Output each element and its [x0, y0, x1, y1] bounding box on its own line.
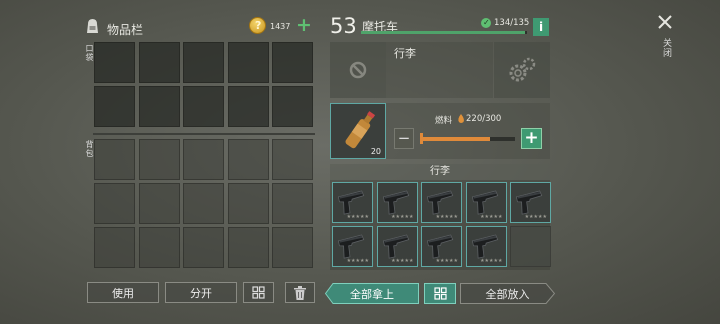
luggage-slot-pistol[interactable]: ★★★★★	[510, 182, 551, 223]
split-button[interactable]: 分开	[165, 282, 237, 303]
rating-stars: ★★★★★	[346, 258, 369, 264]
luggage-slot-empty[interactable]	[510, 226, 551, 267]
info-button[interactable]: i	[533, 18, 549, 36]
storage-info: 行李	[386, 42, 493, 98]
add-currency-button[interactable]: +	[296, 16, 312, 35]
sort-button[interactable]	[243, 282, 274, 303]
fuel-slider-handle[interactable]	[420, 133, 423, 144]
take-all-label: 全部拿上	[350, 287, 394, 301]
settings-slot[interactable]	[494, 42, 550, 98]
backpack-slot[interactable]	[94, 183, 135, 224]
grid-icon	[433, 287, 447, 300]
backpack-slot[interactable]	[138, 183, 180, 224]
currency-amount: 1437	[270, 22, 291, 31]
luggage-header: 行李	[330, 164, 550, 180]
coin-icon: ?	[249, 17, 266, 34]
luggage-slot-pistol[interactable]: ★★★★★	[332, 182, 373, 223]
trash-icon	[294, 285, 306, 300]
close-button[interactable]	[655, 12, 675, 32]
luggage-header-label: 行李	[430, 166, 450, 177]
put-all-button[interactable]: 全部放入	[460, 283, 555, 304]
luggage-slot-pistol[interactable]: ★★★★★	[376, 182, 418, 223]
backpack-slot[interactable]	[183, 183, 224, 224]
put-all-label: 全部放入	[485, 287, 530, 301]
pocket-slot[interactable]	[94, 42, 135, 83]
luggage-slot-pistol[interactable]: ★★★★★	[465, 182, 507, 223]
rating-stars: ★★★★★	[435, 214, 458, 220]
luggage-slot-pistol[interactable]: ★★★★★	[465, 226, 507, 267]
backpack-slot[interactable]	[94, 139, 135, 180]
grid-icon	[252, 286, 265, 299]
backpack-slot[interactable]	[138, 227, 180, 268]
pocket-slot[interactable]	[138, 42, 180, 83]
info-icon: i	[538, 20, 544, 34]
pocket-slot[interactable]	[183, 86, 224, 127]
backpack-slot[interactable]	[94, 227, 135, 268]
backpack-slot[interactable]	[272, 227, 313, 268]
pocket-slot[interactable]	[227, 42, 269, 83]
rating-stars: ★★★★★	[480, 214, 503, 220]
luggage-slot-pistol[interactable]: ★★★★★	[421, 226, 462, 267]
pocket-slot[interactable]	[94, 86, 135, 127]
rating-stars: ★★★★★	[391, 258, 414, 264]
backpack-icon	[87, 19, 98, 33]
fuel-item-count: 20	[370, 147, 381, 156]
pocket-slot[interactable]	[138, 86, 180, 127]
fuel-item-slot[interactable]: 20	[330, 103, 386, 159]
close-icon	[658, 15, 672, 29]
inventory-title: 物品栏	[107, 23, 144, 37]
trash-button[interactable]	[285, 282, 315, 303]
rating-stars: ★★★★★	[524, 214, 547, 220]
blocked-icon	[349, 61, 367, 79]
rating-stars: ★★★★★	[480, 258, 503, 264]
rating-stars: ★★★★★	[435, 258, 458, 264]
backpack-slot[interactable]	[183, 139, 224, 180]
backpack-slot[interactable]	[138, 139, 180, 180]
section-divider	[93, 133, 315, 135]
backpack-slot[interactable]	[227, 139, 269, 180]
pocket-slot[interactable]	[272, 86, 313, 127]
backpack-slot[interactable]	[272, 139, 313, 180]
pocket-slot[interactable]	[227, 86, 269, 127]
backpack-slot[interactable]	[183, 227, 224, 268]
fuel-slider-fill	[421, 137, 490, 141]
backpack-slot[interactable]	[272, 183, 313, 224]
take-all-button[interactable]: 全部拿上	[325, 283, 419, 304]
rating-stars: ★★★★★	[346, 214, 369, 220]
pocket-slot[interactable]	[272, 42, 313, 83]
vehicle-level: 53	[330, 14, 357, 38]
close-label: 关闭	[661, 38, 671, 58]
flame-icon	[458, 114, 464, 123]
rating-stars: ★★★★★	[391, 214, 414, 220]
use-button[interactable]: 使用	[87, 282, 159, 303]
storage-title: 行李	[394, 47, 416, 60]
use-button-label: 使用	[112, 286, 134, 300]
durability-value: 134/135	[494, 18, 530, 28]
empty-slot[interactable]	[330, 42, 386, 98]
fuel-increase-button[interactable]: +	[521, 128, 542, 149]
backpack-slot[interactable]	[227, 183, 269, 224]
durability-bar-fill	[361, 31, 526, 34]
fuel-slider[interactable]	[421, 137, 515, 141]
durability-bar	[361, 31, 527, 34]
gears-icon	[509, 57, 536, 82]
pocket-slot[interactable]	[183, 42, 224, 83]
backpack-slot[interactable]	[227, 227, 269, 268]
auto-sort-button[interactable]	[424, 283, 456, 304]
fuel-decrease-button[interactable]: −	[394, 128, 414, 149]
wrench-icon: ✓	[481, 18, 491, 28]
split-button-label: 分开	[190, 286, 212, 300]
fuel-value: 220/300	[466, 114, 502, 124]
luggage-slot-pistol[interactable]: ★★★★★	[376, 226, 418, 267]
luggage-slot-pistol[interactable]: ★★★★★	[332, 226, 373, 267]
luggage-slot-pistol[interactable]: ★★★★★	[421, 182, 462, 223]
fuel-label: 燃料	[435, 116, 453, 126]
